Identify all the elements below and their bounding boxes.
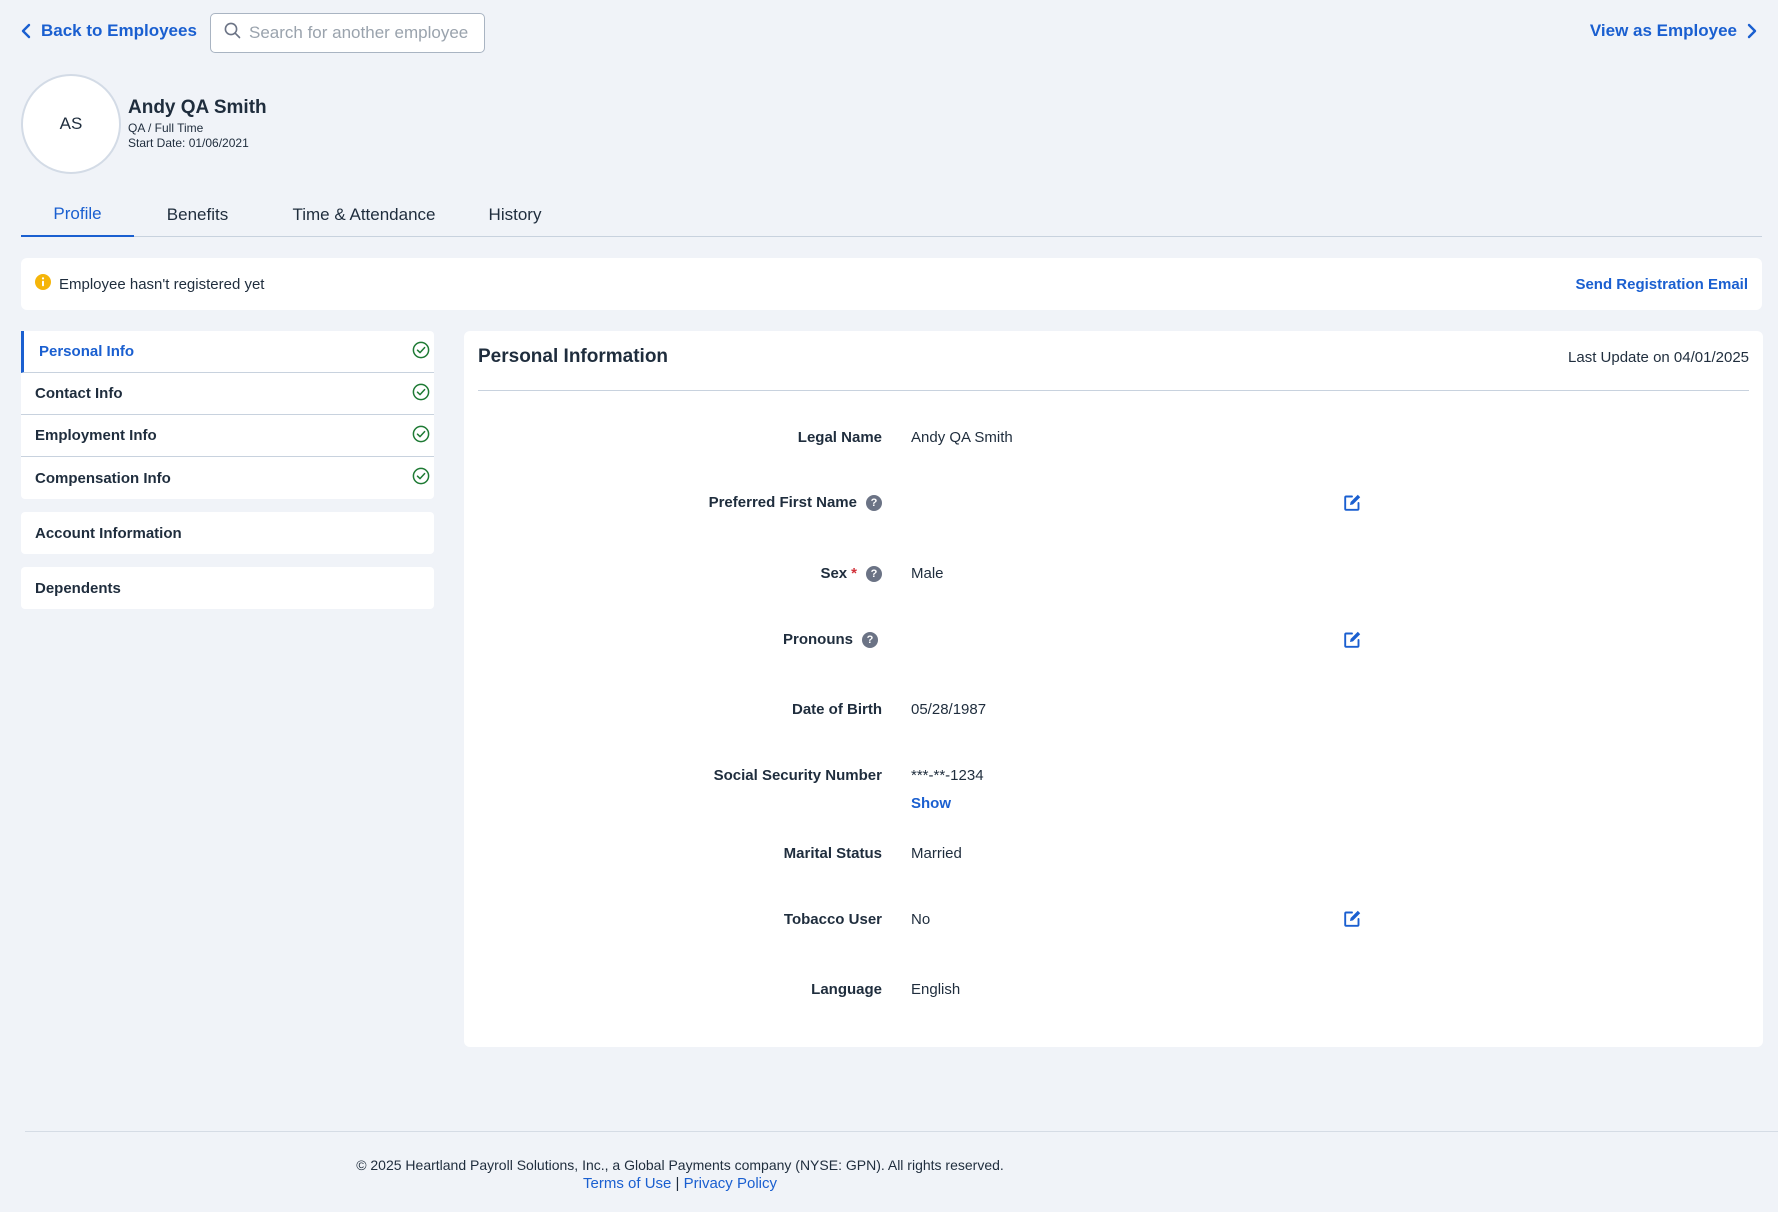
- sidebar-item-compensation-info[interactable]: Compensation Info: [21, 457, 434, 499]
- notice-text: Employee hasn't registered yet: [59, 275, 265, 293]
- field-label-text: Tobacco User: [783, 911, 882, 928]
- marital-status-label: Marital Status: [784, 845, 882, 862]
- footer-copyright: © 2025 Heartland Payroll Solutions, Inc.…: [356, 1157, 1004, 1173]
- info-icon: [35, 273, 51, 295]
- account-information-nav: Account Information: [21, 512, 434, 554]
- profile-tabs: Profile Benefits Time & Attendance Histo…: [21, 192, 1762, 237]
- sidebar-item-label: Personal Info: [39, 343, 135, 360]
- send-registration-email-link[interactable]: Send Registration Email: [1575, 276, 1748, 293]
- personal-information-card: Personal Information Last Update on 04/0…: [464, 331, 1763, 1047]
- sidebar-item-personal-info[interactable]: Personal Info: [21, 331, 434, 373]
- footer-links: Terms of Use | Privacy Policy: [0, 1175, 1360, 1192]
- date-of-birth-label: Date of Birth: [792, 701, 882, 718]
- sidebar-item-contact-info[interactable]: Contact Info: [21, 373, 434, 415]
- back-to-employees-label: Back to Employees: [41, 21, 197, 40]
- edit-icon[interactable]: [1343, 909, 1362, 933]
- sidebar-item-label: Employment Info: [35, 427, 157, 444]
- registration-notice: Employee hasn't registered yet Send Regi…: [21, 258, 1762, 310]
- check-circle-icon: [412, 425, 430, 447]
- marital-status-value: Married: [911, 845, 962, 862]
- check-circle-icon: [412, 341, 430, 363]
- tab-history[interactable]: History: [467, 192, 563, 237]
- avatar: AS: [21, 74, 121, 174]
- card-divider: [478, 390, 1749, 391]
- dependents-nav: Dependents: [21, 567, 434, 609]
- field-label-text: Pronouns: [783, 631, 853, 648]
- employee-search-box[interactable]: [210, 13, 485, 53]
- tobacco-user-value: No: [911, 911, 931, 928]
- field-label-text: Language: [811, 981, 882, 998]
- edit-icon[interactable]: [1343, 630, 1362, 654]
- legal-name-label: Legal Name: [798, 429, 882, 446]
- check-circle-icon: [412, 467, 430, 489]
- ssn-value: ***-**-1234: [911, 767, 984, 784]
- footer-separator: |: [675, 1175, 680, 1192]
- tab-benefits[interactable]: Benefits: [134, 192, 261, 237]
- preferred-first-name-label: Preferred First Name ?: [709, 494, 882, 511]
- pronouns-label: Pronouns ?: [783, 631, 878, 648]
- employee-name: Andy QA Smith: [128, 97, 267, 118]
- sex-value: Male: [911, 565, 944, 582]
- sex-label: Sex * ?: [820, 565, 882, 582]
- help-icon[interactable]: ?: [866, 565, 882, 582]
- sidebar-item-employment-info[interactable]: Employment Info: [21, 415, 434, 457]
- field-label-text: Social Security Number: [713, 767, 882, 784]
- chevron-right-icon: [1747, 23, 1757, 39]
- terms-of-use-link[interactable]: Terms of Use: [583, 1175, 671, 1192]
- view-as-employee-link[interactable]: View as Employee: [1590, 21, 1757, 41]
- field-label-text: Legal Name: [797, 429, 882, 446]
- language-label: Language: [811, 981, 882, 998]
- privacy-policy-link[interactable]: Privacy Policy: [684, 1175, 777, 1192]
- sidebar-item-account-information[interactable]: Account Information: [21, 512, 434, 554]
- sidebar-item-dependents[interactable]: Dependents: [21, 567, 434, 609]
- field-label-text: Preferred First Name: [708, 494, 857, 511]
- employee-role: QA / Full Time: [128, 121, 204, 135]
- field-label-text: Marital Status: [783, 845, 882, 862]
- tobacco-user-label: Tobacco User: [784, 911, 882, 928]
- help-icon[interactable]: ?: [862, 631, 878, 648]
- check-circle-icon: [412, 383, 430, 405]
- profile-section-nav: Personal Info Contact Info Employment In…: [21, 331, 434, 499]
- language-value: English: [911, 981, 961, 998]
- help-icon[interactable]: ?: [866, 494, 882, 511]
- show-ssn-link[interactable]: Show: [911, 795, 951, 812]
- sidebar-item-label: Contact Info: [35, 385, 123, 402]
- last-update: Last Update on 04/01/2025: [1568, 349, 1749, 366]
- edit-icon[interactable]: [1343, 493, 1362, 517]
- top-bar: Back to Employees View as Employee: [21, 13, 1757, 53]
- chevron-left-icon: [21, 23, 31, 39]
- footer-divider: [25, 1131, 1778, 1132]
- tab-time-attendance[interactable]: Time & Attendance: [261, 192, 467, 237]
- field-label-text: Date of Birth: [792, 701, 882, 718]
- back-to-employees-link[interactable]: Back to Employees: [21, 21, 197, 41]
- required-marker: *: [851, 565, 857, 582]
- ssn-label: Social Security Number: [714, 767, 882, 784]
- sidebar-item-label: Compensation Info: [35, 469, 171, 487]
- search-icon: [224, 22, 241, 44]
- legal-name-value: Andy QA Smith: [911, 429, 1013, 446]
- employee-start-date: Start Date: 01/06/2021: [128, 136, 249, 150]
- card-title: Personal Information: [478, 346, 669, 367]
- tab-profile[interactable]: Profile: [21, 192, 134, 237]
- view-as-employee-label: View as Employee: [1589, 21, 1737, 40]
- date-of-birth-value: 05/28/1987: [911, 701, 987, 718]
- employee-search-input[interactable]: [249, 23, 479, 43]
- field-label-text: Sex: [820, 565, 848, 582]
